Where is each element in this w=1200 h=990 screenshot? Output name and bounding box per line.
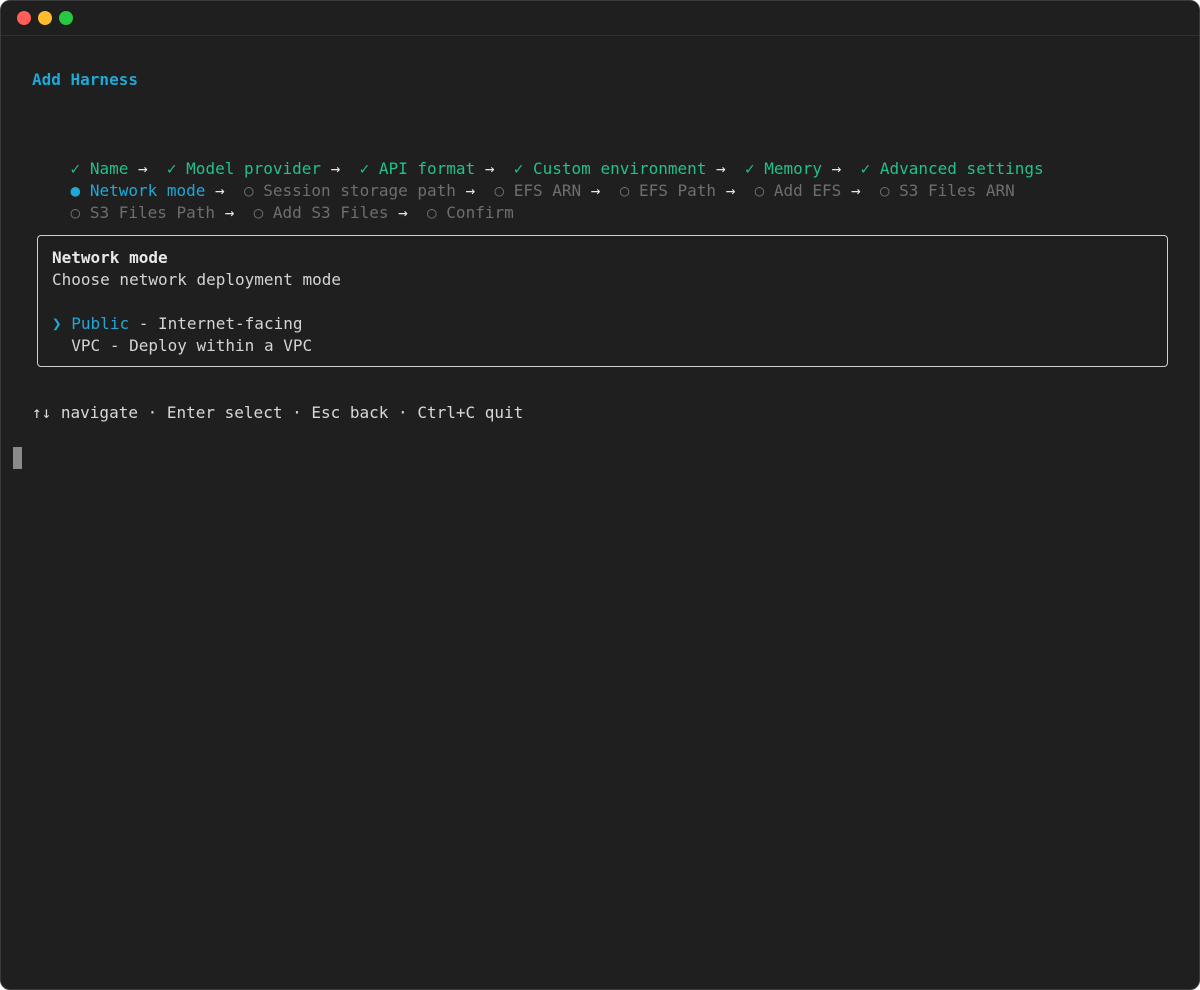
maximize-window-button[interactable] <box>59 11 73 25</box>
app-title: Add Harness <box>32 70 138 89</box>
option-name: Public <box>71 314 130 333</box>
step-label: S3 Files Path <box>89 203 216 222</box>
step-s3-files-path: ○ S3 Files Path <box>71 203 216 222</box>
option-vpc[interactable]: VPC - Deploy within a VPC <box>52 335 312 357</box>
arrow-right-icon: → <box>725 181 736 200</box>
step-label: EFS ARN <box>513 181 582 200</box>
option-name: VPC <box>71 336 101 355</box>
arrow-right-icon: → <box>398 203 408 222</box>
step-label: Add S3 Files <box>272 203 389 222</box>
pending-circle-icon: ○ <box>70 203 81 222</box>
panel-subtitle: Choose network deployment mode <box>52 270 341 289</box>
pending-circle-icon: ○ <box>253 203 264 222</box>
step-add-efs: ○ Add EFS <box>755 181 842 200</box>
close-window-button[interactable] <box>17 11 31 25</box>
terminal-window: Add Harness ✓ Name → ✓ Model provider → … <box>0 0 1200 990</box>
step-efs-path: ○ EFS Path <box>620 181 716 200</box>
network-mode-panel: Network mode Choose network deployment m… <box>37 235 1168 367</box>
option-description: - Internet-facing <box>129 314 303 333</box>
steps-row-3: ○ S3 Files Path → ○ Add S3 Files → ○ Con… <box>32 180 514 222</box>
title-bar <box>1 1 1199 36</box>
option-description: - Deploy within a VPC <box>100 336 313 355</box>
minimize-window-button[interactable] <box>38 11 52 25</box>
pending-circle-icon: ○ <box>619 181 630 200</box>
pending-circle-icon: ○ <box>879 181 890 200</box>
terminal-cursor <box>13 447 22 469</box>
arrow-right-icon: → <box>590 181 601 200</box>
selection-spacer <box>52 336 62 355</box>
panel-title: Network mode <box>52 248 168 267</box>
step-confirm: ○ Confirm <box>427 203 514 222</box>
keyboard-help-text: ↑↓ navigate · Enter select · Esc back · … <box>32 403 524 422</box>
pending-circle-icon: ○ <box>427 203 437 222</box>
arrow-right-icon: → <box>850 181 861 200</box>
step-label: Add EFS <box>773 181 842 200</box>
step-label: S3 Files ARN <box>899 181 1015 200</box>
step-s3-files-arn: ○ S3 Files ARN <box>880 181 1015 200</box>
option-public[interactable]: ❯ Public - Internet-facing <box>52 313 302 335</box>
steps-row-1: ✓ Name → ✓ Model provider → ✓ API format… <box>32 136 1044 178</box>
step-label: Confirm <box>446 203 514 222</box>
step-add-s3-files: ○ Add S3 Files <box>254 203 389 222</box>
steps-row-2: ● Network mode → ○ Session storage path … <box>32 158 1015 200</box>
selection-pointer-icon: ❯ <box>52 314 62 333</box>
pending-circle-icon: ○ <box>754 181 765 200</box>
arrow-right-icon: → <box>224 203 235 222</box>
step-label: EFS Path <box>638 181 717 200</box>
